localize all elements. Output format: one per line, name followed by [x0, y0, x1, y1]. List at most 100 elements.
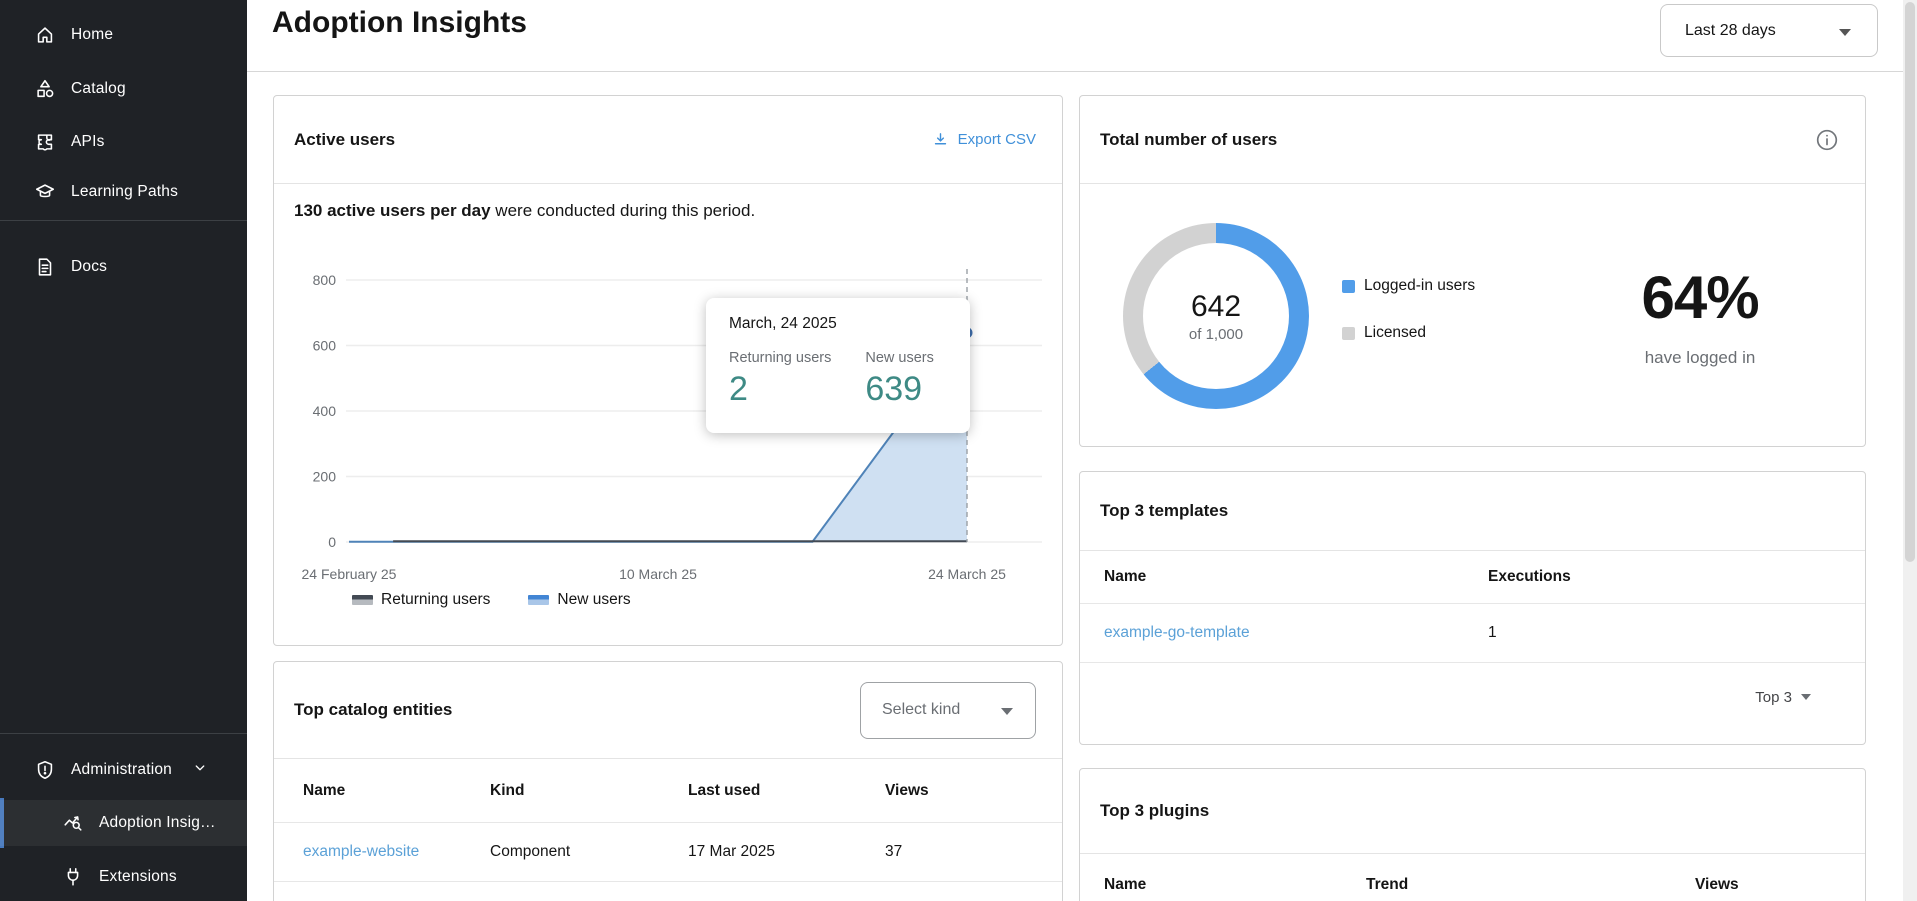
sidebar-item-adoption-insights[interactable]: Adoption Insights — [0, 800, 247, 846]
sidebar-item-learning-paths[interactable]: Learning Paths — [0, 172, 247, 212]
column-header-name: Name — [1104, 876, 1366, 894]
percent-block: 64% have logged in — [1590, 263, 1810, 368]
card-title: Top catalog entities — [294, 700, 452, 720]
entity-link[interactable]: example-website — [303, 843, 419, 860]
caret-down-icon — [1839, 29, 1851, 36]
top-plugins-card: Top 3 plugins Name Trend Views — [1079, 768, 1866, 901]
table-header-row: Name Kind Last used Views — [274, 759, 1062, 823]
donut-legend: Logged-in users Licensed — [1342, 277, 1475, 371]
sidebar-item-label: Administration — [71, 761, 172, 779]
apis-icon — [33, 130, 57, 154]
legend-logged-in-users: Logged-in users — [1342, 277, 1475, 295]
svg-text:400: 400 — [313, 403, 337, 419]
svg-text:10 March 25: 10 March 25 — [619, 566, 697, 582]
svg-text:800: 800 — [313, 272, 337, 288]
card-title: Active users — [294, 130, 395, 150]
extensions-plug-icon — [61, 865, 85, 889]
sidebar-item-label: Adoption Insights — [99, 814, 217, 832]
column-header-last-used: Last used — [688, 782, 885, 800]
sidebar: Home Catalog APIs Learning Paths Docs — [0, 0, 247, 901]
period-select[interactable]: Last 28 days — [1660, 4, 1878, 57]
donut-value: 642 — [1191, 290, 1241, 324]
svg-text:200: 200 — [313, 469, 337, 485]
administration-shield-icon — [33, 758, 57, 782]
kind-value: Component — [490, 843, 688, 861]
sidebar-item-home[interactable]: Home — [0, 15, 247, 55]
table-row: example-go-template 1 — [1080, 604, 1865, 663]
sidebar-item-label: Docs — [71, 258, 107, 276]
info-icon[interactable] — [1815, 128, 1839, 152]
select-kind-placeholder: Select kind — [882, 701, 960, 719]
period-select-value: Last 28 days — [1685, 22, 1776, 40]
views-value: 37 — [885, 843, 902, 861]
sidebar-item-apis[interactable]: APIs — [0, 122, 247, 162]
card-title: Total number of users — [1100, 130, 1277, 150]
sidebar-item-extensions[interactable]: Extensions — [0, 857, 247, 897]
percent-value: 64% — [1590, 263, 1810, 332]
svg-text:24 March 25: 24 March 25 — [928, 566, 1006, 582]
column-header-name: Name — [1104, 568, 1488, 586]
pagination-top3-select[interactable]: Top 3 — [1080, 663, 1865, 731]
sidebar-divider — [0, 733, 247, 734]
scrollbar-track[interactable] — [1903, 0, 1917, 901]
column-header-name: Name — [303, 782, 490, 800]
column-header-views: Views — [1695, 876, 1739, 894]
sidebar-item-label: Catalog — [71, 80, 126, 98]
total-users-card: Total number of users 642 of 1,000 Logge… — [1079, 95, 1866, 447]
sidebar-item-catalog[interactable]: Catalog — [0, 69, 247, 109]
sidebar-item-label: Extensions — [99, 868, 177, 886]
select-kind-dropdown[interactable]: Select kind — [860, 682, 1036, 739]
sidebar-item-docs[interactable]: Docs — [0, 247, 247, 287]
donut-subvalue: of 1,000 — [1189, 326, 1243, 343]
download-icon — [932, 131, 949, 148]
logged-in-donut-chart: 642 of 1,000 — [1123, 223, 1309, 409]
sidebar-divider — [0, 220, 247, 221]
legend-swatch — [1342, 280, 1355, 293]
chart-tooltip: March, 24 2025 Returning users 2 New use… — [706, 298, 970, 433]
top-catalog-entities-card: Top catalog entities Select kind Name Ki… — [273, 661, 1063, 901]
legend-new-users: New users — [528, 591, 630, 609]
learning-paths-icon — [33, 180, 57, 204]
sidebar-item-label: Home — [71, 26, 113, 44]
column-header-views: Views — [885, 782, 929, 800]
scrollbar-thumb[interactable] — [1905, 2, 1915, 562]
home-icon — [33, 23, 57, 47]
table-header-row: Name Executions — [1080, 551, 1865, 604]
column-header-trend: Trend — [1366, 876, 1695, 894]
table-header-row: Name Trend Views — [1080, 854, 1865, 901]
executions-value: 1 — [1488, 624, 1497, 642]
svg-text:600: 600 — [313, 338, 337, 354]
tooltip-returning-users: Returning users 2 — [729, 350, 831, 409]
table-row: example-website Component 17 Mar 2025 37 — [274, 823, 1062, 882]
chart-legend: Returning users New users — [352, 591, 631, 609]
svg-text:0: 0 — [328, 534, 336, 550]
tooltip-date: March, 24 2025 — [729, 315, 970, 333]
sidebar-item-label: Learning Paths — [71, 183, 178, 201]
legend-swatch — [528, 595, 549, 605]
active-users-card: Active users Export CSV 130 active users… — [273, 95, 1063, 646]
chevron-down-icon — [191, 759, 209, 782]
page-title: Adoption Insights — [272, 6, 527, 40]
legend-returning-users: Returning users — [352, 591, 490, 609]
last-used-value: 17 Mar 2025 — [688, 843, 885, 861]
tooltip-new-users: New users 639 — [865, 350, 934, 409]
column-header-kind: Kind — [490, 782, 688, 800]
caret-down-icon — [1801, 694, 1811, 700]
column-header-executions: Executions — [1488, 568, 1571, 586]
adoption-insights-page: Home Catalog APIs Learning Paths Docs — [0, 0, 1917, 901]
card-title: Top 3 templates — [1100, 501, 1228, 521]
sidebar-item-administration[interactable]: Administration — [0, 750, 247, 790]
export-csv-button[interactable]: Export CSV — [932, 131, 1036, 148]
card-title: Top 3 plugins — [1100, 801, 1209, 821]
docs-icon — [33, 255, 57, 279]
svg-text:24 February 25: 24 February 25 — [302, 566, 397, 582]
top-templates-card: Top 3 templates Name Executions example-… — [1079, 471, 1866, 745]
legend-swatch — [352, 595, 373, 605]
sidebar-item-label: APIs — [71, 133, 105, 151]
adoption-insights-icon — [61, 811, 85, 835]
legend-swatch — [1342, 327, 1355, 340]
template-link[interactable]: example-go-template — [1104, 624, 1250, 641]
legend-licensed: Licensed — [1342, 324, 1475, 342]
percent-caption: have logged in — [1590, 348, 1810, 368]
catalog-icon — [33, 77, 57, 101]
